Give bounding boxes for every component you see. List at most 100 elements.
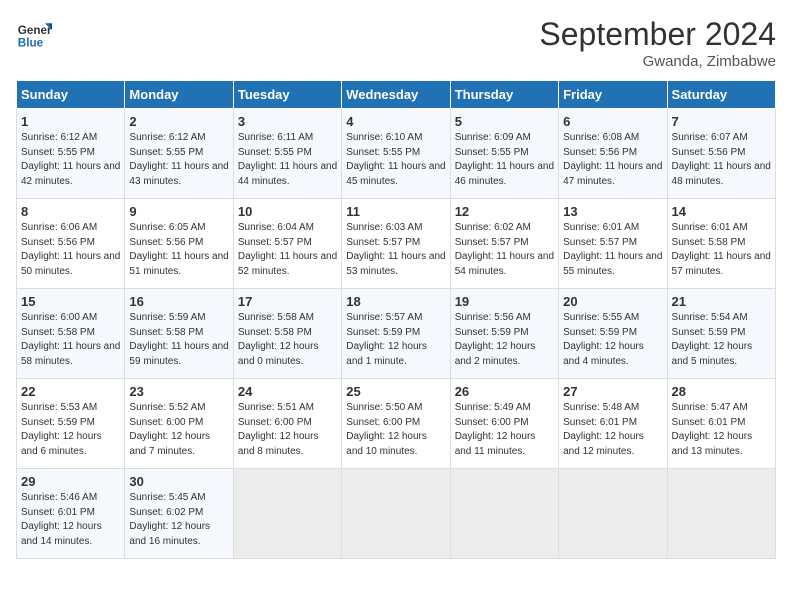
calendar-cell: 25 Sunrise: 5:50 AMSunset: 6:00 PMDayligh… — [342, 379, 450, 469]
day-number: 14 — [672, 204, 771, 219]
day-info: Sunrise: 5:56 AMSunset: 5:59 PMDaylight:… — [455, 311, 554, 369]
day-info: Sunrise: 5:55 AMSunset: 5:59 PMDaylight:… — [563, 311, 662, 369]
weekday-header: Thursday — [450, 81, 558, 109]
day-number: 28 — [672, 384, 771, 399]
day-number: 18 — [346, 294, 445, 309]
calendar-cell: 12 Sunrise: 6:02 AMSunset: 5:57 PMDayligh… — [450, 199, 558, 289]
day-info: Sunrise: 5:52 AMSunset: 6:00 PMDaylight:… — [129, 401, 228, 459]
day-info: Sunrise: 5:48 AMSunset: 6:01 PMDaylight:… — [563, 401, 662, 459]
day-info: Sunrise: 6:11 AMSunset: 5:55 PMDaylight:… — [238, 131, 337, 189]
calendar-cell: 26 Sunrise: 5:49 AMSunset: 6:00 PMDayligh… — [450, 379, 558, 469]
day-info: Sunrise: 5:54 AMSunset: 5:59 PMDaylight:… — [672, 311, 771, 369]
calendar-cell: 2Sunrise: 6:12 AMSunset: 5:55 PMDaylight… — [125, 109, 233, 199]
day-info: Sunrise: 5:49 AMSunset: 6:00 PMDaylight:… — [455, 401, 554, 459]
day-number: 24 — [238, 384, 337, 399]
calendar-cell: 22Sunrise: 5:53 AMSunset: 5:59 PMDayligh… — [17, 379, 125, 469]
calendar-cell — [342, 469, 450, 559]
day-info: Sunrise: 6:08 AMSunset: 5:56 PMDaylight:… — [563, 131, 662, 189]
day-info: Sunrise: 6:10 AMSunset: 5:55 PMDaylight:… — [346, 131, 445, 189]
day-info: Sunrise: 6:06 AMSunset: 5:56 PMDaylight:… — [21, 221, 120, 279]
calendar-cell: 16Sunrise: 5:59 AMSunset: 5:58 PMDayligh… — [125, 289, 233, 379]
calendar-week-row: 22Sunrise: 5:53 AMSunset: 5:59 PMDayligh… — [17, 379, 776, 469]
calendar-cell — [667, 469, 775, 559]
day-number: 19 — [455, 294, 554, 309]
calendar-cell: 9Sunrise: 6:05 AMSunset: 5:56 PMDaylight… — [125, 199, 233, 289]
day-info: Sunrise: 5:57 AMSunset: 5:59 PMDaylight:… — [346, 311, 445, 369]
calendar-week-row: 8 Sunrise: 6:06 AMSunset: 5:56 PMDaylight… — [17, 199, 776, 289]
month-title: September 2024 — [539, 16, 776, 53]
day-number: 21 — [672, 294, 771, 309]
day-info: Sunrise: 6:05 AMSunset: 5:56 PMDaylight:… — [129, 221, 228, 279]
calendar-cell — [450, 469, 558, 559]
weekday-header: Saturday — [667, 81, 775, 109]
calendar-cell: 3Sunrise: 6:11 AMSunset: 5:55 PMDaylight… — [233, 109, 341, 199]
calendar-cell: 27 Sunrise: 5:48 AMSunset: 6:01 PMDayligh… — [559, 379, 667, 469]
location: Gwanda, Zimbabwe — [539, 53, 776, 70]
calendar-cell: 20 Sunrise: 5:55 AMSunset: 5:59 PMDayligh… — [559, 289, 667, 379]
day-number: 11 — [346, 204, 445, 219]
day-number: 4 — [346, 114, 445, 129]
day-number: 30 — [129, 474, 228, 489]
day-info: Sunrise: 6:07 AMSunset: 5:56 PMDaylight:… — [672, 131, 771, 189]
day-info: Sunrise: 6:03 AMSunset: 5:57 PMDaylight:… — [346, 221, 445, 279]
day-info: Sunrise: 5:47 AMSunset: 6:01 PMDaylight:… — [672, 401, 771, 459]
calendar-cell: 7 Sunrise: 6:07 AMSunset: 5:56 PMDaylight… — [667, 109, 775, 199]
day-number: 25 — [346, 384, 445, 399]
svg-text:General: General — [18, 24, 52, 37]
day-info: Sunrise: 6:09 AMSunset: 5:55 PMDaylight:… — [455, 131, 554, 189]
day-number: 22 — [21, 384, 120, 399]
calendar-cell: 11 Sunrise: 6:03 AMSunset: 5:57 PMDayligh… — [342, 199, 450, 289]
weekday-header: Monday — [125, 81, 233, 109]
day-info: Sunrise: 6:12 AMSunset: 5:55 PMDaylight:… — [21, 131, 120, 189]
day-info: Sunrise: 5:58 AMSunset: 5:58 PMDaylight:… — [238, 311, 337, 369]
calendar-cell: 10 Sunrise: 6:04 AMSunset: 5:57 PMDayligh… — [233, 199, 341, 289]
day-number: 17 — [238, 294, 337, 309]
calendar-week-row: 1 Sunrise: 6:12 AMSunset: 5:55 PMDaylight… — [17, 109, 776, 199]
calendar-cell: 21 Sunrise: 5:54 AMSunset: 5:59 PMDayligh… — [667, 289, 775, 379]
calendar-cell: 19 Sunrise: 5:56 AMSunset: 5:59 PMDayligh… — [450, 289, 558, 379]
calendar-cell: 13 Sunrise: 6:01 AMSunset: 5:57 PMDayligh… — [559, 199, 667, 289]
day-number: 26 — [455, 384, 554, 399]
day-info: Sunrise: 6:02 AMSunset: 5:57 PMDaylight:… — [455, 221, 554, 279]
logo-icon: General Blue — [16, 16, 52, 52]
day-number: 13 — [563, 204, 662, 219]
day-info: Sunrise: 5:46 AMSunset: 6:01 PMDaylight:… — [21, 491, 120, 549]
calendar-cell: 4 Sunrise: 6:10 AMSunset: 5:55 PMDaylight… — [342, 109, 450, 199]
calendar-cell: 14 Sunrise: 6:01 AMSunset: 5:58 PMDayligh… — [667, 199, 775, 289]
calendar-cell: 18 Sunrise: 5:57 AMSunset: 5:59 PMDayligh… — [342, 289, 450, 379]
calendar-cell: 24Sunrise: 5:51 AMSunset: 6:00 PMDayligh… — [233, 379, 341, 469]
calendar-week-row: 29 Sunrise: 5:46 AMSunset: 6:01 PMDayligh… — [17, 469, 776, 559]
calendar-cell — [559, 469, 667, 559]
weekday-header: Sunday — [17, 81, 125, 109]
day-number: 2 — [129, 114, 228, 129]
day-number: 7 — [672, 114, 771, 129]
day-number: 23 — [129, 384, 228, 399]
calendar-cell: 23 Sunrise: 5:52 AMSunset: 6:00 PMDayligh… — [125, 379, 233, 469]
calendar-header: SundayMondayTuesdayWednesdayThursdayFrid… — [17, 81, 776, 109]
weekday-header: Friday — [559, 81, 667, 109]
calendar-cell: 6 Sunrise: 6:08 AMSunset: 5:56 PMDaylight… — [559, 109, 667, 199]
day-number: 8 — [21, 204, 120, 219]
day-info: Sunrise: 6:01 AMSunset: 5:57 PMDaylight:… — [563, 221, 662, 279]
calendar-cell: 17 Sunrise: 5:58 AMSunset: 5:58 PMDayligh… — [233, 289, 341, 379]
weekday-header: Tuesday — [233, 81, 341, 109]
day-number: 29 — [21, 474, 120, 489]
day-info: Sunrise: 6:04 AMSunset: 5:57 PMDaylight:… — [238, 221, 337, 279]
calendar-cell: 28 Sunrise: 5:47 AMSunset: 6:01 PMDayligh… — [667, 379, 775, 469]
page-header: General Blue September 2024 Gwanda, Zimb… — [16, 16, 776, 70]
day-number: 1 — [21, 114, 120, 129]
day-number: 6 — [563, 114, 662, 129]
day-info: Sunrise: 5:50 AMSunset: 6:00 PMDaylight:… — [346, 401, 445, 459]
day-number: 10 — [238, 204, 337, 219]
day-number: 20 — [563, 294, 662, 309]
day-number: 12 — [455, 204, 554, 219]
day-info: Sunrise: 6:01 AMSunset: 5:58 PMDaylight:… — [672, 221, 771, 279]
day-info: Sunrise: 5:45 AMSunset: 6:02 PMDaylight:… — [129, 491, 228, 549]
day-number: 27 — [563, 384, 662, 399]
calendar-cell: 1 Sunrise: 6:12 AMSunset: 5:55 PMDaylight… — [17, 109, 125, 199]
calendar-cell: 5 Sunrise: 6:09 AMSunset: 5:55 PMDaylight… — [450, 109, 558, 199]
calendar-cell — [233, 469, 341, 559]
day-info: Sunrise: 6:00 AMSunset: 5:58 PMDaylight:… — [21, 311, 120, 369]
day-number: 5 — [455, 114, 554, 129]
calendar-cell: 15Sunrise: 6:00 AMSunset: 5:58 PMDayligh… — [17, 289, 125, 379]
